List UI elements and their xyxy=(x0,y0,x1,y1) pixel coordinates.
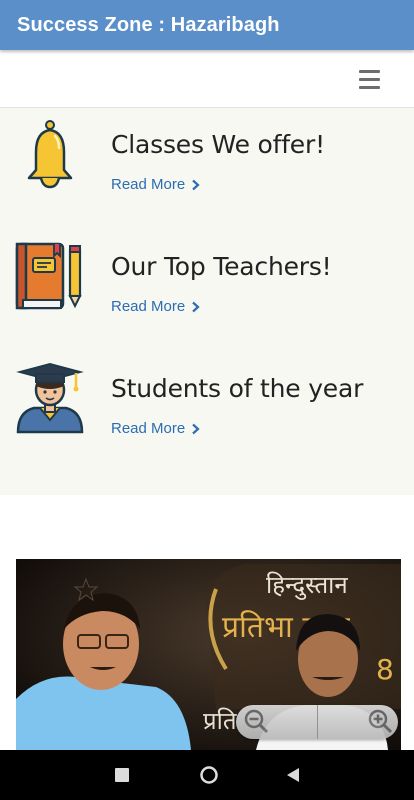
graduate-student-icon xyxy=(16,362,84,434)
bell-icon xyxy=(27,120,73,189)
read-more-link[interactable]: Read More xyxy=(111,420,200,437)
feature-title: Classes We offer! xyxy=(111,130,325,159)
feature-students: Students of the year Read More xyxy=(0,360,414,460)
feature-teachers: Our Top Teachers! Read More xyxy=(0,238,414,338)
feature-classes: Classes We offer! Read More xyxy=(0,116,414,216)
read-more-label: Read More xyxy=(111,420,186,437)
feature-title: Our Top Teachers! xyxy=(111,252,332,281)
read-more-label: Read More xyxy=(111,298,186,315)
banner-text-3: प्रति xyxy=(203,707,238,735)
zoom-in-button[interactable] xyxy=(318,705,399,739)
feature-title: Students of the year xyxy=(111,374,364,403)
book-and-pencil-icon xyxy=(15,242,82,310)
zoom-out-icon xyxy=(244,709,269,734)
app-title: Success Zone : Hazaribagh xyxy=(17,13,280,36)
zoom-out-button[interactable] xyxy=(236,705,318,739)
zoom-control xyxy=(236,705,398,739)
nav-bar xyxy=(0,50,414,108)
chevron-right-icon xyxy=(192,301,200,312)
chevron-right-icon xyxy=(192,179,200,190)
triangle-back-icon[interactable] xyxy=(285,767,301,783)
read-more-label: Read More xyxy=(111,176,186,193)
zoom-in-icon xyxy=(368,709,392,734)
banner-text-1: हिन्दुस्तान xyxy=(266,571,348,600)
hamburger-menu-icon[interactable] xyxy=(352,64,386,94)
read-more-link[interactable]: Read More xyxy=(111,298,200,315)
chevron-right-icon xyxy=(192,423,200,434)
read-more-link[interactable]: Read More xyxy=(111,176,200,193)
circle-icon[interactable] xyxy=(199,765,219,785)
system-nav-bar xyxy=(0,750,414,800)
app-bar: Success Zone : Hazaribagh xyxy=(0,0,414,50)
banner-number: 8 xyxy=(376,653,394,686)
square-icon[interactable] xyxy=(115,768,129,782)
features-section: Classes We offer! Read More Our Top Teac… xyxy=(0,108,414,495)
